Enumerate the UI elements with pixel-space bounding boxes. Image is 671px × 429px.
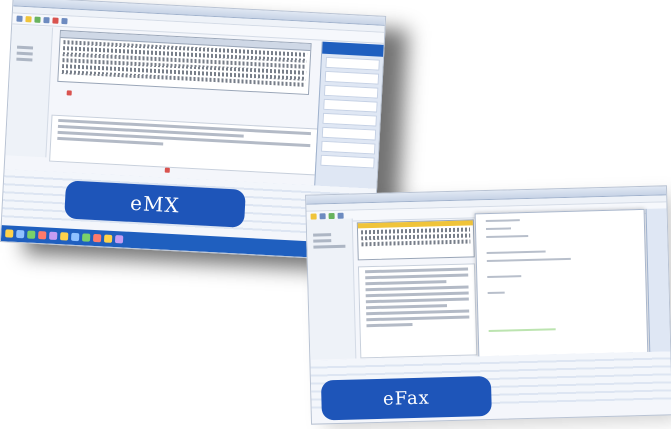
toolbar-icon[interactable] bbox=[52, 17, 59, 24]
sidebar-row[interactable] bbox=[324, 70, 380, 85]
toolbar-icon[interactable] bbox=[25, 16, 32, 23]
sidebar-row[interactable] bbox=[321, 126, 377, 141]
taskbar-icon[interactable] bbox=[59, 232, 69, 241]
sidebar-row[interactable] bbox=[323, 98, 378, 113]
taskbar-icon[interactable] bbox=[5, 229, 14, 238]
right-sidebar bbox=[313, 41, 385, 205]
toolbar-icon[interactable] bbox=[34, 16, 41, 23]
taskbar-icon[interactable] bbox=[49, 231, 58, 241]
toolbar-icon[interactable] bbox=[43, 17, 50, 24]
toolbar-icon[interactable] bbox=[61, 17, 68, 25]
message-table bbox=[57, 29, 312, 96]
sidebar-row[interactable] bbox=[325, 56, 380, 71]
message-body bbox=[49, 114, 319, 176]
taskbar-icon[interactable] bbox=[114, 235, 124, 244]
sidebar-row[interactable] bbox=[322, 112, 377, 127]
taskbar-icon[interactable] bbox=[81, 233, 91, 242]
sidebar-header bbox=[322, 41, 385, 57]
taskbar-icon[interactable] bbox=[38, 231, 47, 240]
message-list bbox=[356, 219, 475, 261]
product-banner: eFax bbox=[320, 375, 492, 421]
taskbar-icon[interactable] bbox=[103, 234, 113, 243]
folder-pane bbox=[306, 218, 357, 360]
left-nav bbox=[5, 25, 54, 158]
sidebar-row[interactable] bbox=[320, 140, 376, 155]
logo-mark-icon bbox=[164, 167, 170, 173]
taskbar-icon[interactable] bbox=[92, 233, 102, 243]
flag-icon bbox=[66, 90, 72, 96]
taskbar-icon[interactable] bbox=[70, 232, 80, 242]
toolbar-icon[interactable] bbox=[16, 15, 23, 22]
message-body bbox=[357, 263, 478, 359]
sidebar-row[interactable] bbox=[320, 154, 375, 169]
taskbar-icon[interactable] bbox=[27, 230, 36, 239]
taskbar-icon[interactable] bbox=[16, 229, 25, 239]
dialog-window-screenshot: eFax bbox=[305, 185, 671, 425]
sidebar-row[interactable] bbox=[323, 84, 379, 99]
